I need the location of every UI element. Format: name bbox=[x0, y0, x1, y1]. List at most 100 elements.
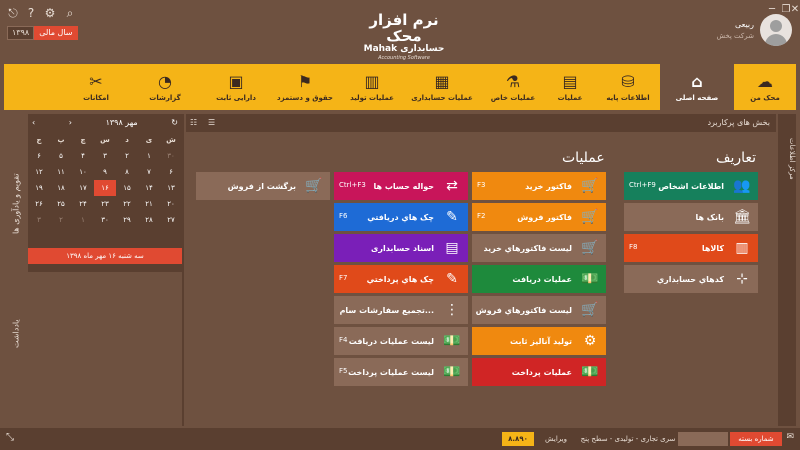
ribbon-tab-4[interactable]: ⚗ عملیات خاص bbox=[482, 64, 544, 110]
weekday-header: ش bbox=[166, 136, 176, 144]
tile-label: بانک ها bbox=[695, 212, 724, 222]
calendar-day[interactable]: ۲۵ bbox=[50, 196, 72, 212]
calendar-day[interactable]: ۲۹ bbox=[116, 212, 138, 228]
calendar-day[interactable]: ۱۴ bbox=[138, 180, 160, 196]
search-icon[interactable]: ⌕ bbox=[63, 6, 77, 20]
tile-icon: ⋮ bbox=[445, 302, 459, 318]
shortcut-tile[interactable]: لیست عملیات دریافت 💵 F4 bbox=[334, 327, 468, 355]
list-view-icon[interactable]: ☷ bbox=[190, 118, 197, 127]
ribbon-tab-6[interactable]: ▥ عملیات تولید bbox=[342, 64, 402, 110]
ribbon-tab-icon: ⌂ bbox=[691, 71, 703, 91]
tile-label: تولید آنالیز ثابت bbox=[510, 336, 572, 346]
calendar-day[interactable]: ۲۱ bbox=[138, 196, 160, 212]
calendar-day[interactable]: ۱۲ bbox=[28, 164, 50, 180]
calendar-next-icon[interactable]: › bbox=[69, 118, 72, 127]
shortcut-tile[interactable]: لیست فاکتورهاي خرید 🛒 bbox=[472, 234, 606, 262]
serial-label: شماره بسته bbox=[730, 432, 782, 446]
calendar-day[interactable]: ۳۰ bbox=[94, 212, 116, 228]
calendar-prev-icon[interactable]: ‹ bbox=[32, 118, 35, 127]
calendar-day[interactable]: ۱ bbox=[72, 212, 94, 228]
notes-area[interactable] bbox=[28, 272, 182, 426]
shortcut-tile[interactable]: اسناد حسابداری ▤ bbox=[334, 234, 468, 262]
shortcut-tile[interactable]: چک هاي دریافتي ✎ F6 bbox=[334, 203, 468, 231]
calendar-day[interactable]: ۵ bbox=[50, 148, 72, 164]
help-icon[interactable]: ? bbox=[24, 6, 38, 20]
ribbon-tab-1[interactable]: ⌂ صفحه اصلی bbox=[660, 64, 734, 110]
calendar-day[interactable]: ۲۲ bbox=[116, 196, 138, 212]
tile-icon: ✎ bbox=[446, 271, 458, 287]
calendar-day[interactable]: ۳ bbox=[28, 212, 50, 228]
shortcut-tile[interactable]: حواله حساب ها ⇄ Ctrl+F3 bbox=[334, 172, 468, 200]
calendar-day[interactable]: ۱۶ bbox=[94, 180, 116, 196]
calendar-day[interactable]: ۶ bbox=[28, 148, 50, 164]
tab-notes[interactable]: یادداشت bbox=[4, 304, 28, 364]
calendar-day[interactable]: ۳۰ bbox=[160, 148, 182, 164]
ribbon-tab-3[interactable]: ▤ عملیات bbox=[544, 64, 596, 110]
fiscal-year[interactable]: ۱۳۹۸ سال مالی bbox=[7, 26, 78, 40]
shortcut-tile[interactable]: عملیات پرداخت 💵 bbox=[472, 358, 606, 386]
ribbon-tab-10[interactable]: ✂ امکانات bbox=[66, 64, 126, 110]
shortcut-tile[interactable]: تجمیع سفارشات سام... ⋮ bbox=[334, 296, 468, 324]
logout-icon[interactable]: ⎋ bbox=[6, 6, 20, 20]
info-center-tab[interactable]: مرکز اطلاعات bbox=[778, 134, 796, 184]
ribbon-tab-label: عملیات حسابداری bbox=[411, 93, 473, 102]
calendar-day[interactable]: ۲۰ bbox=[160, 196, 182, 212]
ribbon-tab-icon: ✂ bbox=[89, 71, 103, 91]
chat-icon[interactable]: ✉ bbox=[786, 432, 794, 442]
shortcut-tile[interactable]: فاکتور خرید 🛒 F3 bbox=[472, 172, 606, 200]
shortcut-tile[interactable]: بانک ها 🏛 bbox=[624, 203, 758, 231]
avatar[interactable] bbox=[760, 14, 792, 46]
tile-icon: 🛒 bbox=[305, 178, 323, 194]
shortcut-tile[interactable]: عملیات دریافت 💵 bbox=[472, 265, 606, 293]
calendar-grid: ش ی د س چ پ ج ۳۰ ۱ ۲ ۳ ۴ ۵ ۶ ۶ ۷ ۸ ۹ ۱۰ ۱۱ ۱۲ ۱۳ ۱۴ ۱۵ ۱۶ ۱۷ ۱۸ ۱۹ ۲… bbox=[28, 132, 182, 228]
settings-icon[interactable]: ⚙ bbox=[43, 6, 57, 20]
tile-icon: ⇄ bbox=[446, 178, 458, 194]
calendar-day[interactable]: ۱۵ bbox=[116, 180, 138, 196]
shortcut-tile[interactable]: کالاها ▥ F8 bbox=[624, 234, 758, 262]
calendar-day[interactable]: ۲۸ bbox=[138, 212, 160, 228]
calendar-day[interactable]: ۲ bbox=[116, 148, 138, 164]
shortcut-tile[interactable]: چک هاي پرداختي ✎ F7 bbox=[334, 265, 468, 293]
tile-label: کدهاي حسابداري bbox=[656, 274, 724, 284]
shortcut-tile[interactable]: برگشت از فروش 🛒 bbox=[196, 172, 330, 200]
user-info[interactable]: ربیعی شرکت پخش bbox=[716, 14, 792, 46]
calendar-day[interactable]: ۱۰ bbox=[72, 164, 94, 180]
shortcut-tile[interactable]: اطلاعات اشخاص 👥 Ctrl+F9 bbox=[624, 172, 758, 200]
shortcut-tile[interactable]: فاکتور فروش 🛒 F2 bbox=[472, 203, 606, 231]
calendar-day[interactable]: ۱۸ bbox=[50, 180, 72, 196]
calendar-day[interactable]: ۱۳ bbox=[160, 180, 182, 196]
tile-shortcut-key: F4 bbox=[339, 336, 348, 344]
calendar-day[interactable]: ۱۹ bbox=[28, 180, 50, 196]
ribbon-tab-5[interactable]: ▦ عملیات حسابداری bbox=[402, 64, 482, 110]
calendar-day[interactable]: ۷ bbox=[138, 164, 160, 180]
expand-icon[interactable]: ⤡ bbox=[6, 432, 14, 443]
shortcut-tile[interactable]: تولید آنالیز ثابت ⚙ bbox=[472, 327, 606, 355]
calendar-day[interactable]: ۱۷ bbox=[72, 180, 94, 196]
shortcut-tile[interactable]: لیست فاکتورهاي فروش 🛒 bbox=[472, 296, 606, 324]
tile-icon: ✎ bbox=[446, 209, 458, 225]
calendar-day[interactable]: ۲۳ bbox=[94, 196, 116, 212]
ribbon-tab-2[interactable]: ⛁ اطلاعات پایه bbox=[596, 64, 660, 110]
ribbon-tab-7[interactable]: ⚑ حقوق و دستمزد bbox=[268, 64, 342, 110]
calendar-day[interactable]: ۸ bbox=[116, 164, 138, 180]
tab-calendar[interactable]: تقویم و یادآوری ها bbox=[4, 154, 28, 254]
ribbon-tab-0[interactable]: ☁ محک من bbox=[734, 64, 796, 110]
calendar-day[interactable]: ۲۴ bbox=[72, 196, 94, 212]
shortcut-tile[interactable]: کدهاي حسابداري ⊹ bbox=[624, 265, 758, 293]
calendar-day[interactable]: ۱۱ bbox=[50, 164, 72, 180]
calendar-day[interactable]: ۲۶ bbox=[28, 196, 50, 212]
calendar-day[interactable]: ۴ bbox=[72, 148, 94, 164]
shortcut-tile[interactable]: لیست عملیات پرداخت 💵 F5 bbox=[334, 358, 468, 386]
calendar-day[interactable]: ۳ bbox=[94, 148, 116, 164]
calendar-day[interactable]: ۹ bbox=[94, 164, 116, 180]
tile-view-icon[interactable]: ☰ bbox=[208, 118, 215, 127]
calendar-day[interactable]: ۶ bbox=[160, 164, 182, 180]
calendar-day[interactable]: ۲ bbox=[50, 212, 72, 228]
ribbon-tab-8[interactable]: ▣ دارایی ثابت bbox=[204, 64, 268, 110]
calendar-refresh-icon[interactable]: ↻ bbox=[171, 118, 178, 127]
section-operations: عملیات bbox=[562, 150, 605, 166]
ribbon-tab-9[interactable]: ◔ گزارشات bbox=[126, 64, 204, 110]
calendar-day[interactable]: ۱ bbox=[138, 148, 160, 164]
calendar-day[interactable]: ۲۷ bbox=[160, 212, 182, 228]
tile-label: عملیات پرداخت bbox=[511, 367, 572, 377]
